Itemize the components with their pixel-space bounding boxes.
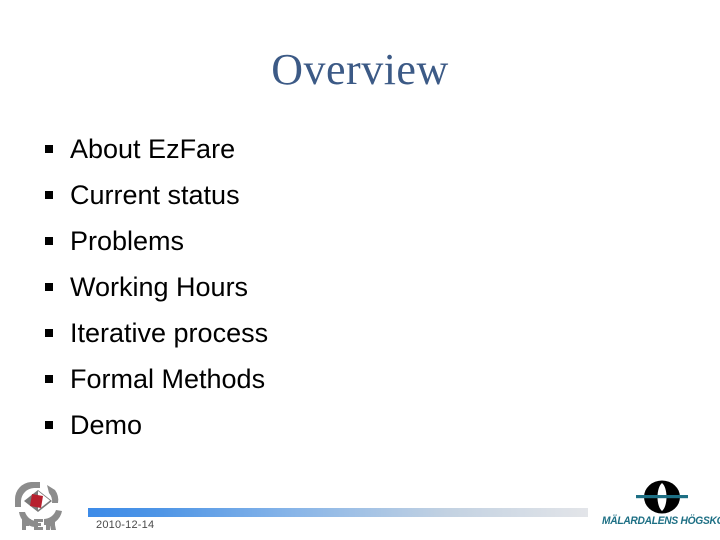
footer-gradient-bar — [88, 508, 588, 517]
list-item-label: Iterative process — [70, 318, 269, 348]
malardalen-hogskola-wordmark: MÄLARDALENS HÖGSKOLA — [602, 515, 720, 527]
square-bullet-icon — [45, 329, 53, 337]
list-item: Working Hours — [40, 264, 640, 310]
slide-title: Overview — [271, 45, 449, 94]
list-item: Problems — [40, 218, 640, 264]
bullet-list: About EzFare Current status Problems Wor… — [40, 126, 640, 448]
square-bullet-icon — [45, 145, 53, 153]
square-bullet-icon — [45, 375, 53, 383]
fer-logo-graphic — [14, 482, 62, 530]
list-item-label: Formal Methods — [70, 364, 266, 394]
malardalen-hogskola-logo: MÄLARDALENS HÖGSKOLA — [602, 480, 720, 535]
list-item: Formal Methods — [40, 356, 640, 402]
list-item: About EzFare — [40, 126, 640, 172]
list-item: Iterative process — [40, 310, 640, 356]
list-item: Current status — [40, 172, 640, 218]
list-item-label: Problems — [70, 226, 185, 256]
list-item-label: Demo — [70, 410, 143, 440]
square-bullet-icon — [45, 237, 53, 245]
square-bullet-icon — [45, 421, 53, 429]
square-bullet-icon — [45, 191, 53, 199]
presentation-slide: Overview About EzFare Current status Pro… — [0, 0, 720, 540]
list-item-label: Current status — [70, 180, 240, 210]
list-item-label: About EzFare — [70, 134, 236, 164]
malardalen-emblem-icon — [634, 480, 690, 514]
footer-date: 2010-12-14 — [96, 519, 155, 531]
list-item-label: Working Hours — [70, 272, 249, 302]
list-item: Demo — [40, 402, 640, 448]
square-bullet-icon — [45, 283, 53, 291]
fer-logo — [10, 477, 68, 533]
